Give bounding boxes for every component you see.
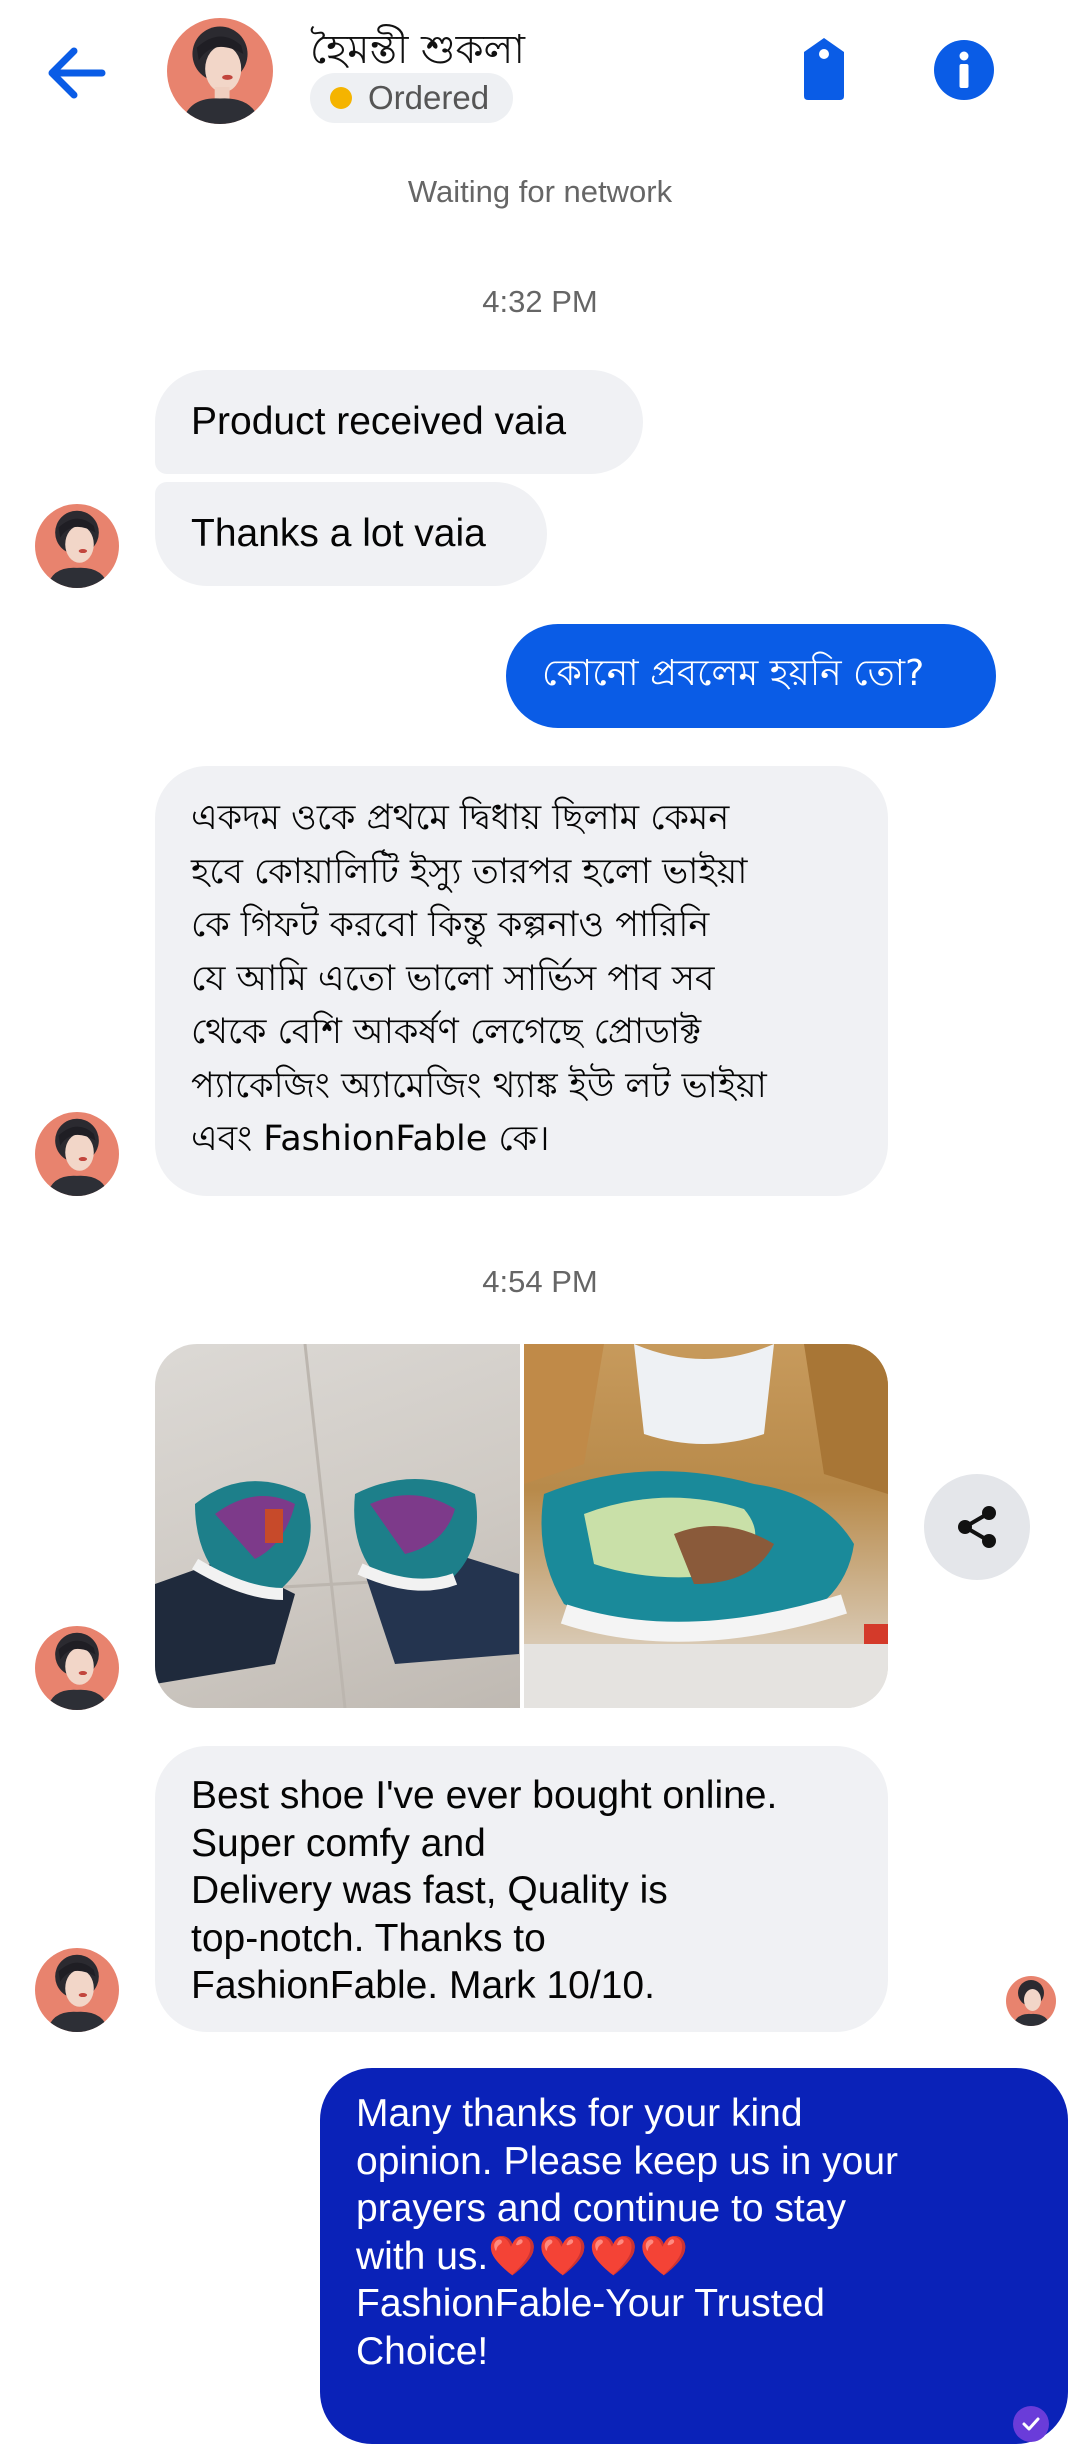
message-line: prayers and continue to stay: [356, 2187, 846, 2230]
message-line: থেকে বেশি আকর্ষণ লেগেছে প্রোডাক্ট: [191, 1012, 702, 1052]
share-icon: [958, 1506, 996, 1548]
photo-attachments[interactable]: [155, 1344, 888, 1708]
network-status: Waiting for network: [407, 174, 673, 209]
order-status-badge[interactable]: Ordered: [310, 73, 514, 123]
incoming-message[interactable]: একদম ওকে প্রথমে দ্বিধায় ছিলাম কেমন হবে …: [155, 766, 888, 1196]
message-line: Many thanks for your kind: [356, 2092, 803, 2135]
incoming-message[interactable]: Thanks a lot vaia: [155, 482, 547, 586]
shoes-worn-photo[interactable]: [155, 1344, 520, 1708]
share-button[interactable]: [924, 1474, 1030, 1580]
message-line: top-notch. Thanks to: [191, 1916, 546, 1960]
incoming-message[interactable]: Product received vaia: [155, 370, 643, 474]
message-line: এবং FashionFable কে।: [191, 1119, 550, 1159]
message-line: Choice!: [356, 2329, 489, 2373]
shoes-in-box-photo[interactable]: [523, 1344, 888, 1708]
sender-avatar[interactable]: [35, 1626, 119, 1710]
message-line: Super comfy and: [191, 1821, 486, 1865]
read-receipt-avatar: [1006, 1976, 1056, 2026]
message-line: FashionFable-Your Trusted: [356, 2282, 825, 2325]
back-arrow-icon[interactable]: [40, 38, 130, 108]
message-line: FashionFable. Mark 10/10.: [191, 1964, 655, 2007]
message-text: with us.: [356, 2234, 489, 2278]
timestamp: 4:54 PM: [482, 1264, 598, 1299]
outgoing-message[interactable]: কোনো প্রবলেম হয়নি তো?: [506, 624, 996, 728]
message-line: opinion. Please keep us in your: [356, 2139, 899, 2183]
contact-avatar[interactable]: [167, 18, 273, 124]
tag-icon[interactable]: [796, 36, 852, 102]
heart-emoji: ❤️❤️❤️❤️: [488, 2234, 691, 2278]
sender-avatar[interactable]: [35, 1112, 119, 1196]
outgoing-message[interactable]: Many thanks for your kind opinion. Pleas…: [320, 2068, 1068, 2444]
delivered-check-icon: [1013, 2406, 1049, 2442]
timestamp: 4:32 PM: [482, 284, 598, 319]
message-line: প্যাকেজিং অ্যামেজিং থ্যাঙ্ক ইউ লট ভাইয়া: [191, 1065, 767, 1106]
message-line: কে গিফট করবো কিন্তু কল্পনাও পারিনি: [191, 905, 710, 945]
message-line: Delivery was fast, Quality is: [191, 1869, 668, 1912]
order-status-label: Ordered: [368, 79, 490, 116]
message-line: হবে কোয়ালিটি ইস্যু তারপর হলো ভাইয়া: [191, 851, 748, 892]
sender-avatar[interactable]: [35, 504, 119, 588]
sender-avatar[interactable]: [35, 1948, 119, 2032]
message-line: একদম ওকে প্রথমে দ্বিধায় ছিলাম কেমন: [191, 798, 730, 838]
info-icon[interactable]: [934, 40, 994, 100]
message-line: যে আমি এতো ভালো সার্ভিস পাব সব: [191, 958, 715, 999]
incoming-message[interactable]: Best shoe I've ever bought online. Super…: [155, 1746, 888, 2032]
status-dot-icon: [330, 87, 352, 109]
message-line: with us.❤️❤️❤️❤️: [356, 2233, 1032, 2281]
message-line: Best shoe I've ever bought online.: [191, 1774, 778, 1817]
